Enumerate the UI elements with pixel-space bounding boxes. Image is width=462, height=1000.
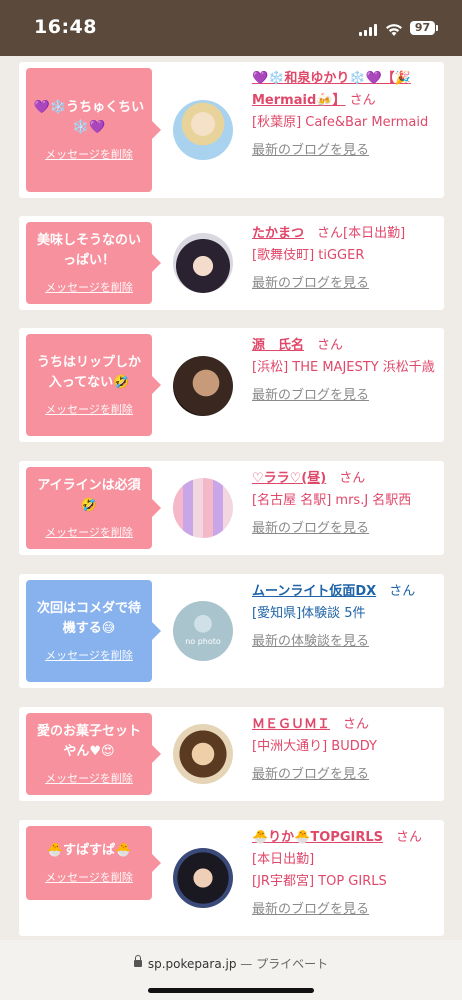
battery-icon: 97 (410, 21, 438, 35)
delete-message-link[interactable]: メッセージを削除 (45, 647, 133, 663)
honorific: さん (343, 717, 370, 732)
avatar[interactable] (173, 233, 233, 293)
honorific: さん (389, 584, 416, 599)
message-bubble: 愛のお菓子セットやん♥😍 メッセージを削除 (26, 713, 161, 795)
avatar[interactable] (173, 356, 233, 416)
message-bubble: 💜❄️うちゅくちい❄️💜 メッセージを削除 (26, 68, 161, 192)
shop-name: [JR宇都宮] TOP GIRLS (252, 874, 387, 889)
message-bubble: 次回はコメダで待機する😅 メッセージを削除 (26, 580, 161, 682)
message-card: 美味しそうなのいっぱい！ メッセージを削除 たかまつ さん[本日出勤] [歌舞伎… (19, 216, 444, 310)
cast-name-link[interactable]: 源 氏名 (252, 338, 304, 353)
honorific: さん (396, 830, 423, 845)
signal-icon (359, 24, 379, 36)
cast-name-link[interactable]: ♡ララ♡(昼) (252, 471, 326, 486)
home-indicator[interactable] (148, 988, 314, 993)
avatar[interactable] (173, 848, 233, 908)
shop-name: [歌舞伎町] tiGGER (252, 248, 365, 263)
honorific: さん (317, 338, 344, 353)
no-photo-label: no photo (185, 637, 221, 646)
latest-blog-link[interactable]: 最新のブログを見る (252, 276, 369, 291)
latest-blog-link[interactable]: 最新のブログを見る (252, 388, 369, 403)
message-card: 次回はコメダで待機する😅 メッセージを削除 no photo ムーンライト仮面D… (19, 574, 444, 688)
cast-name-link[interactable]: ＭＥＧＵＭＩ (252, 717, 330, 732)
message-card: 愛のお菓子セットやん♥😍 メッセージを削除 ＭＥＧＵＭＩ さん [中洲大通り] … (19, 707, 444, 801)
message-card: 🐣すぱすぱ🐣 メッセージを削除 🐣りか🐣TOPGIRLS さん [本日出勤] [J… (19, 820, 444, 936)
delete-message-link[interactable]: メッセージを削除 (45, 146, 133, 162)
reviewer-name-link[interactable]: ムーンライト仮面DX (252, 584, 376, 599)
shop-name: [名古屋 名駅] mrs.J 名駅西 (252, 493, 412, 508)
honorific: さん (349, 93, 376, 108)
latest-blog-link[interactable]: 最新のブログを見る (252, 521, 369, 536)
message-bubble: うちはリップしか入ってない🤣 メッセージを削除 (26, 334, 161, 436)
latest-blog-link[interactable]: 最新のブログを見る (252, 143, 369, 158)
message-bubble: 美味しそうなのいっぱい！ メッセージを削除 (26, 222, 161, 304)
review-count: [愛知県]体験談 5件 (252, 606, 366, 621)
status-bar: 16:48 97 (0, 0, 462, 56)
message-card: アイラインは必須🤣 メッセージを削除 ♡ララ♡(昼) さん [名古屋 名駅] m… (19, 461, 444, 555)
lock-icon (133, 955, 142, 967)
message-text: アイラインは必須🤣 (37, 478, 141, 513)
url-display[interactable]: sp.pokepara.jp — プライベート (0, 955, 462, 972)
delete-message-link[interactable]: メッセージを削除 (45, 770, 133, 786)
cast-name-link[interactable]: たかまつ (252, 226, 304, 241)
attendance-badge: [本日出勤] (343, 226, 406, 241)
latest-blog-link[interactable]: 最新のブログを見る (252, 767, 369, 782)
message-card: うちはリップしか入ってない🤣 メッセージを削除 源 氏名 さん [浜松] THE… (19, 328, 444, 442)
private-label: — プライベート (240, 957, 329, 971)
delete-message-link[interactable]: メッセージを削除 (45, 524, 133, 540)
message-bubble: 🐣すぱすぱ🐣 メッセージを削除 (26, 826, 161, 900)
shop-name: [中洲大通り] BUDDY (252, 739, 377, 754)
avatar[interactable]: no photo (173, 601, 233, 661)
message-bubble: アイラインは必須🤣 メッセージを削除 (26, 467, 161, 549)
cast-name-link[interactable]: 🐣りか🐣TOPGIRLS (252, 830, 383, 845)
delete-message-link[interactable]: メッセージを削除 (45, 279, 133, 295)
avatar[interactable] (173, 724, 233, 784)
message-text: 💜❄️うちゅくちい❄️💜 (33, 100, 145, 135)
status-time: 16:48 (34, 16, 97, 38)
wifi-icon (385, 22, 403, 41)
shop-name: [秋葉原] Cafe&Bar Mermaid (252, 115, 429, 130)
message-text: 次回はコメダで待機する😅 (36, 601, 141, 636)
message-text: 美味しそうなのいっぱい！ (36, 233, 141, 268)
message-card: 💜❄️うちゅくちい❄️💜 メッセージを削除 💜❄️和泉ゆかり❄️💜【🎉Merma… (19, 62, 444, 198)
message-text: うちはリップしか入ってない🤣 (36, 355, 141, 390)
honorific: さん (339, 471, 366, 486)
cast-name-link[interactable]: 💜❄️和泉ゆかり❄️💜【🎉Mermaid🍻】 (252, 71, 411, 108)
delete-message-link[interactable]: メッセージを削除 (45, 401, 133, 417)
latest-blog-link[interactable]: 最新のブログを見る (252, 902, 369, 917)
honorific: さん (317, 226, 344, 241)
avatar[interactable] (173, 100, 233, 160)
attendance-badge: [本日出勤] (252, 852, 315, 867)
message-text: 🐣すぱすぱ🐣 (46, 843, 132, 858)
url-domain: sp.pokepara.jp (147, 957, 237, 971)
avatar[interactable] (173, 478, 233, 538)
delete-message-link[interactable]: メッセージを削除 (45, 869, 133, 885)
message-text: 愛のお菓子セットやん♥😍 (36, 724, 141, 759)
shop-name: [浜松] THE MAJESTY 浜松千歳 (252, 360, 435, 375)
latest-review-link[interactable]: 最新の体験談を見る (252, 634, 369, 649)
